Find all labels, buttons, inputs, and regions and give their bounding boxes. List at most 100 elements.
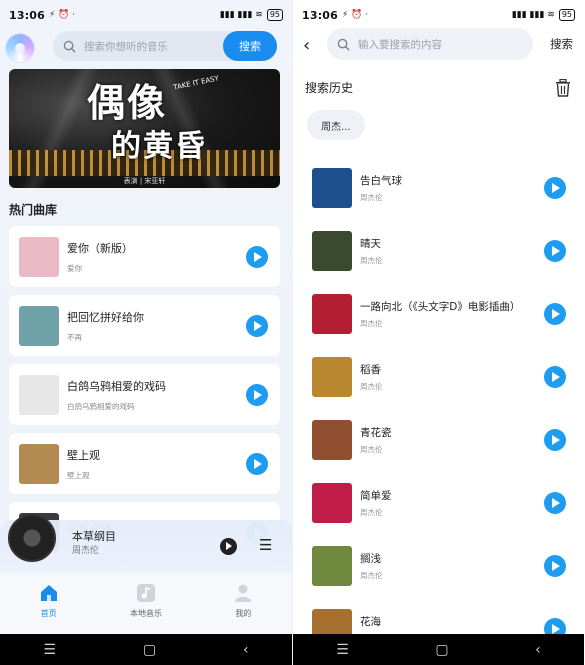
menu-nav-icon[interactable]: ☰ — [336, 642, 349, 658]
screen-root: 13:06 ⚡ ⏰ · ▮▮▮ ▮▮▮ ≋ 95 搜索你想听的音乐 搜索 偶像 … — [0, 0, 585, 665]
signal-icon: ▮▮▮ ▮▮▮ ≋ — [219, 10, 263, 20]
back-nav-icon[interactable]: ‹ — [243, 642, 249, 658]
status-time-right: 13:06 — [302, 8, 339, 22]
home-search-bar[interactable]: 搜索你想听的音乐 搜索 — [53, 31, 277, 61]
search-result-row[interactable]: 晴天 周杰伦 — [293, 228, 584, 274]
playlist-icon[interactable]: ☰ — [259, 536, 272, 554]
result-meta: 稻香 周杰伦 — [360, 362, 544, 392]
hot-song-card[interactable]: 壁上观 壁上观 — [9, 433, 280, 494]
back-nav-icon[interactable]: ‹ — [535, 642, 541, 658]
song-meta: 把回忆拼好给你 不再 — [67, 309, 246, 343]
result-artist: 周杰伦 — [360, 382, 383, 391]
play-icon[interactable] — [246, 383, 268, 406]
song-sub: 不再 — [67, 332, 82, 342]
search-result-row[interactable]: 搁浅 周杰伦 — [293, 543, 584, 589]
search-result-row[interactable]: 简单爱 周杰伦 — [293, 480, 584, 526]
play-icon[interactable] — [544, 177, 566, 199]
result-meta: 一路向北（《头文字D》电影插曲） 周杰伦 — [360, 299, 544, 329]
play-icon[interactable] — [544, 303, 566, 325]
search-input[interactable]: 搜索你想听的音乐 — [84, 39, 168, 54]
back-arrow-icon[interactable]: ‹ — [303, 35, 310, 56]
status-notification-icons-right: ⚡ ⏰ · — [342, 10, 369, 20]
search-icon — [337, 38, 350, 51]
home-screen: 13:06 ⚡ ⏰ · ▮▮▮ ▮▮▮ ≋ 95 搜索你想听的音乐 搜索 偶像 … — [0, 0, 292, 665]
song-name: 白鸽乌鸦相爱的戏码 — [67, 379, 166, 393]
search-result-row[interactable]: 告白气球 周杰伦 — [293, 165, 584, 211]
history-title: 搜索历史 — [305, 81, 354, 95]
banner-title-line1: 偶像 — [87, 80, 168, 125]
tab-local-music[interactable]: 本地音乐 — [97, 574, 194, 634]
search-button[interactable]: 搜索 — [223, 31, 277, 61]
signal-icon-right: ▮▮▮ ▮▮▮ ≋ — [511, 10, 555, 20]
play-icon[interactable] — [544, 366, 566, 388]
result-cover — [312, 546, 352, 586]
result-meta: 简单爱 周杰伦 — [360, 488, 544, 518]
result-meta: 青花瓷 周杰伦 — [360, 425, 544, 455]
result-name: 稻香 — [360, 364, 381, 376]
tab-label-mine: 我的 — [235, 609, 252, 618]
status-bar: 13:06 ⚡ ⏰ · ▮▮▮ ▮▮▮ ≋ 95 — [0, 0, 292, 30]
menu-nav-icon[interactable]: ☰ — [43, 642, 56, 658]
search-result-row[interactable]: 青花瓷 周杰伦 — [293, 417, 584, 463]
play-icon[interactable] — [246, 245, 268, 268]
play-icon[interactable] — [246, 314, 268, 337]
result-cover — [312, 483, 352, 523]
search-input[interactable]: 输入要搜索的内容 — [358, 37, 442, 52]
banner-image[interactable]: 偶像 的黄昏 TAKE IT EASY 表演 | 宋亚轩 — [9, 69, 280, 188]
now-playing-bar[interactable]: 本草纲目 周杰伦 ☰ — [0, 514, 292, 570]
song-cover — [19, 236, 59, 277]
result-artist: 周杰伦 — [360, 508, 383, 517]
result-cover — [312, 357, 352, 397]
song-cover — [19, 443, 59, 484]
play-icon[interactable] — [544, 492, 566, 514]
result-name: 告白气球 — [360, 175, 402, 187]
search-result-row[interactable]: 一路向北（《头文字D》电影插曲） 周杰伦 — [293, 291, 584, 337]
system-nav-bar: ☰ ▢ ‹ — [0, 634, 292, 665]
song-cover — [19, 374, 59, 415]
result-artist: 周杰伦 — [360, 571, 383, 580]
hot-song-card[interactable]: 爱你（新版） 爱你 — [9, 226, 280, 287]
result-meta: 搁浅 周杰伦 — [360, 551, 544, 581]
now-playing-title: 本草纲目 — [72, 530, 116, 543]
tab-mine[interactable]: 我的 — [195, 574, 292, 634]
result-artist: 周杰伦 — [360, 319, 383, 328]
app-logo[interactable] — [6, 34, 34, 62]
now-playing-artist: 周杰伦 — [72, 546, 100, 556]
status-bar-right: 13:06 ⚡ ⏰ · ▮▮▮ ▮▮▮ ≋ 95 — [293, 0, 584, 30]
home-nav-icon[interactable]: ▢ — [143, 642, 156, 658]
now-playing-cover[interactable] — [8, 514, 56, 562]
play-icon[interactable] — [544, 555, 566, 577]
tab-label-home: 首页 — [40, 609, 57, 618]
hot-song-card[interactable]: 白鸽乌鸦相爱的戏码 白鸽乌鸦相爱的戏码 — [9, 364, 280, 425]
section-title: 热门曲库 — [9, 203, 60, 220]
play-icon[interactable] — [544, 429, 566, 451]
result-name: 搁浅 — [360, 553, 381, 565]
status-right-group-right: ▮▮▮ ▮▮▮ ≋ 95 — [512, 9, 575, 21]
song-sub: 壁上观 — [67, 470, 90, 480]
play-icon[interactable] — [544, 240, 566, 262]
search-result-row[interactable]: 稻香 周杰伦 — [293, 354, 584, 400]
result-name: 晴天 — [360, 238, 381, 250]
battery-icon-right: 95 — [558, 9, 575, 21]
tab-home[interactable]: 首页 — [0, 574, 97, 634]
result-artist: 周杰伦 — [360, 193, 383, 202]
result-artist: 周杰伦 — [360, 445, 383, 454]
play-icon[interactable] — [246, 452, 268, 475]
system-nav-bar-right: ☰ ▢ ‹ — [293, 634, 584, 665]
song-sub: 白鸽乌鸦相爱的戏码 — [67, 401, 135, 411]
search-screen: 13:06 ⚡ ⏰ · ▮▮▮ ▮▮▮ ≋ 95 ‹ 输入要搜索的内容 搜索 搜… — [292, 0, 584, 665]
home-icon — [40, 585, 57, 601]
trash-icon[interactable] — [555, 79, 571, 97]
history-chip[interactable]: 周杰... — [307, 110, 365, 140]
song-meta: 白鸽乌鸦相爱的戏码 白鸽乌鸦相爱的戏码 — [67, 378, 246, 412]
search-submit-button[interactable]: 搜索 — [550, 36, 573, 52]
hot-song-card[interactable]: 把回忆拼好给你 不再 — [9, 295, 280, 356]
result-cover — [312, 168, 352, 208]
play-pause-button[interactable] — [220, 538, 237, 555]
song-sub: 爱你 — [67, 263, 82, 273]
home-nav-icon[interactable]: ▢ — [435, 642, 448, 658]
result-cover — [312, 231, 352, 271]
song-name: 把回忆拼好给你 — [67, 310, 144, 324]
search-bar[interactable]: 输入要搜索的内容 — [327, 28, 533, 60]
song-name: 壁上观 — [67, 448, 100, 462]
